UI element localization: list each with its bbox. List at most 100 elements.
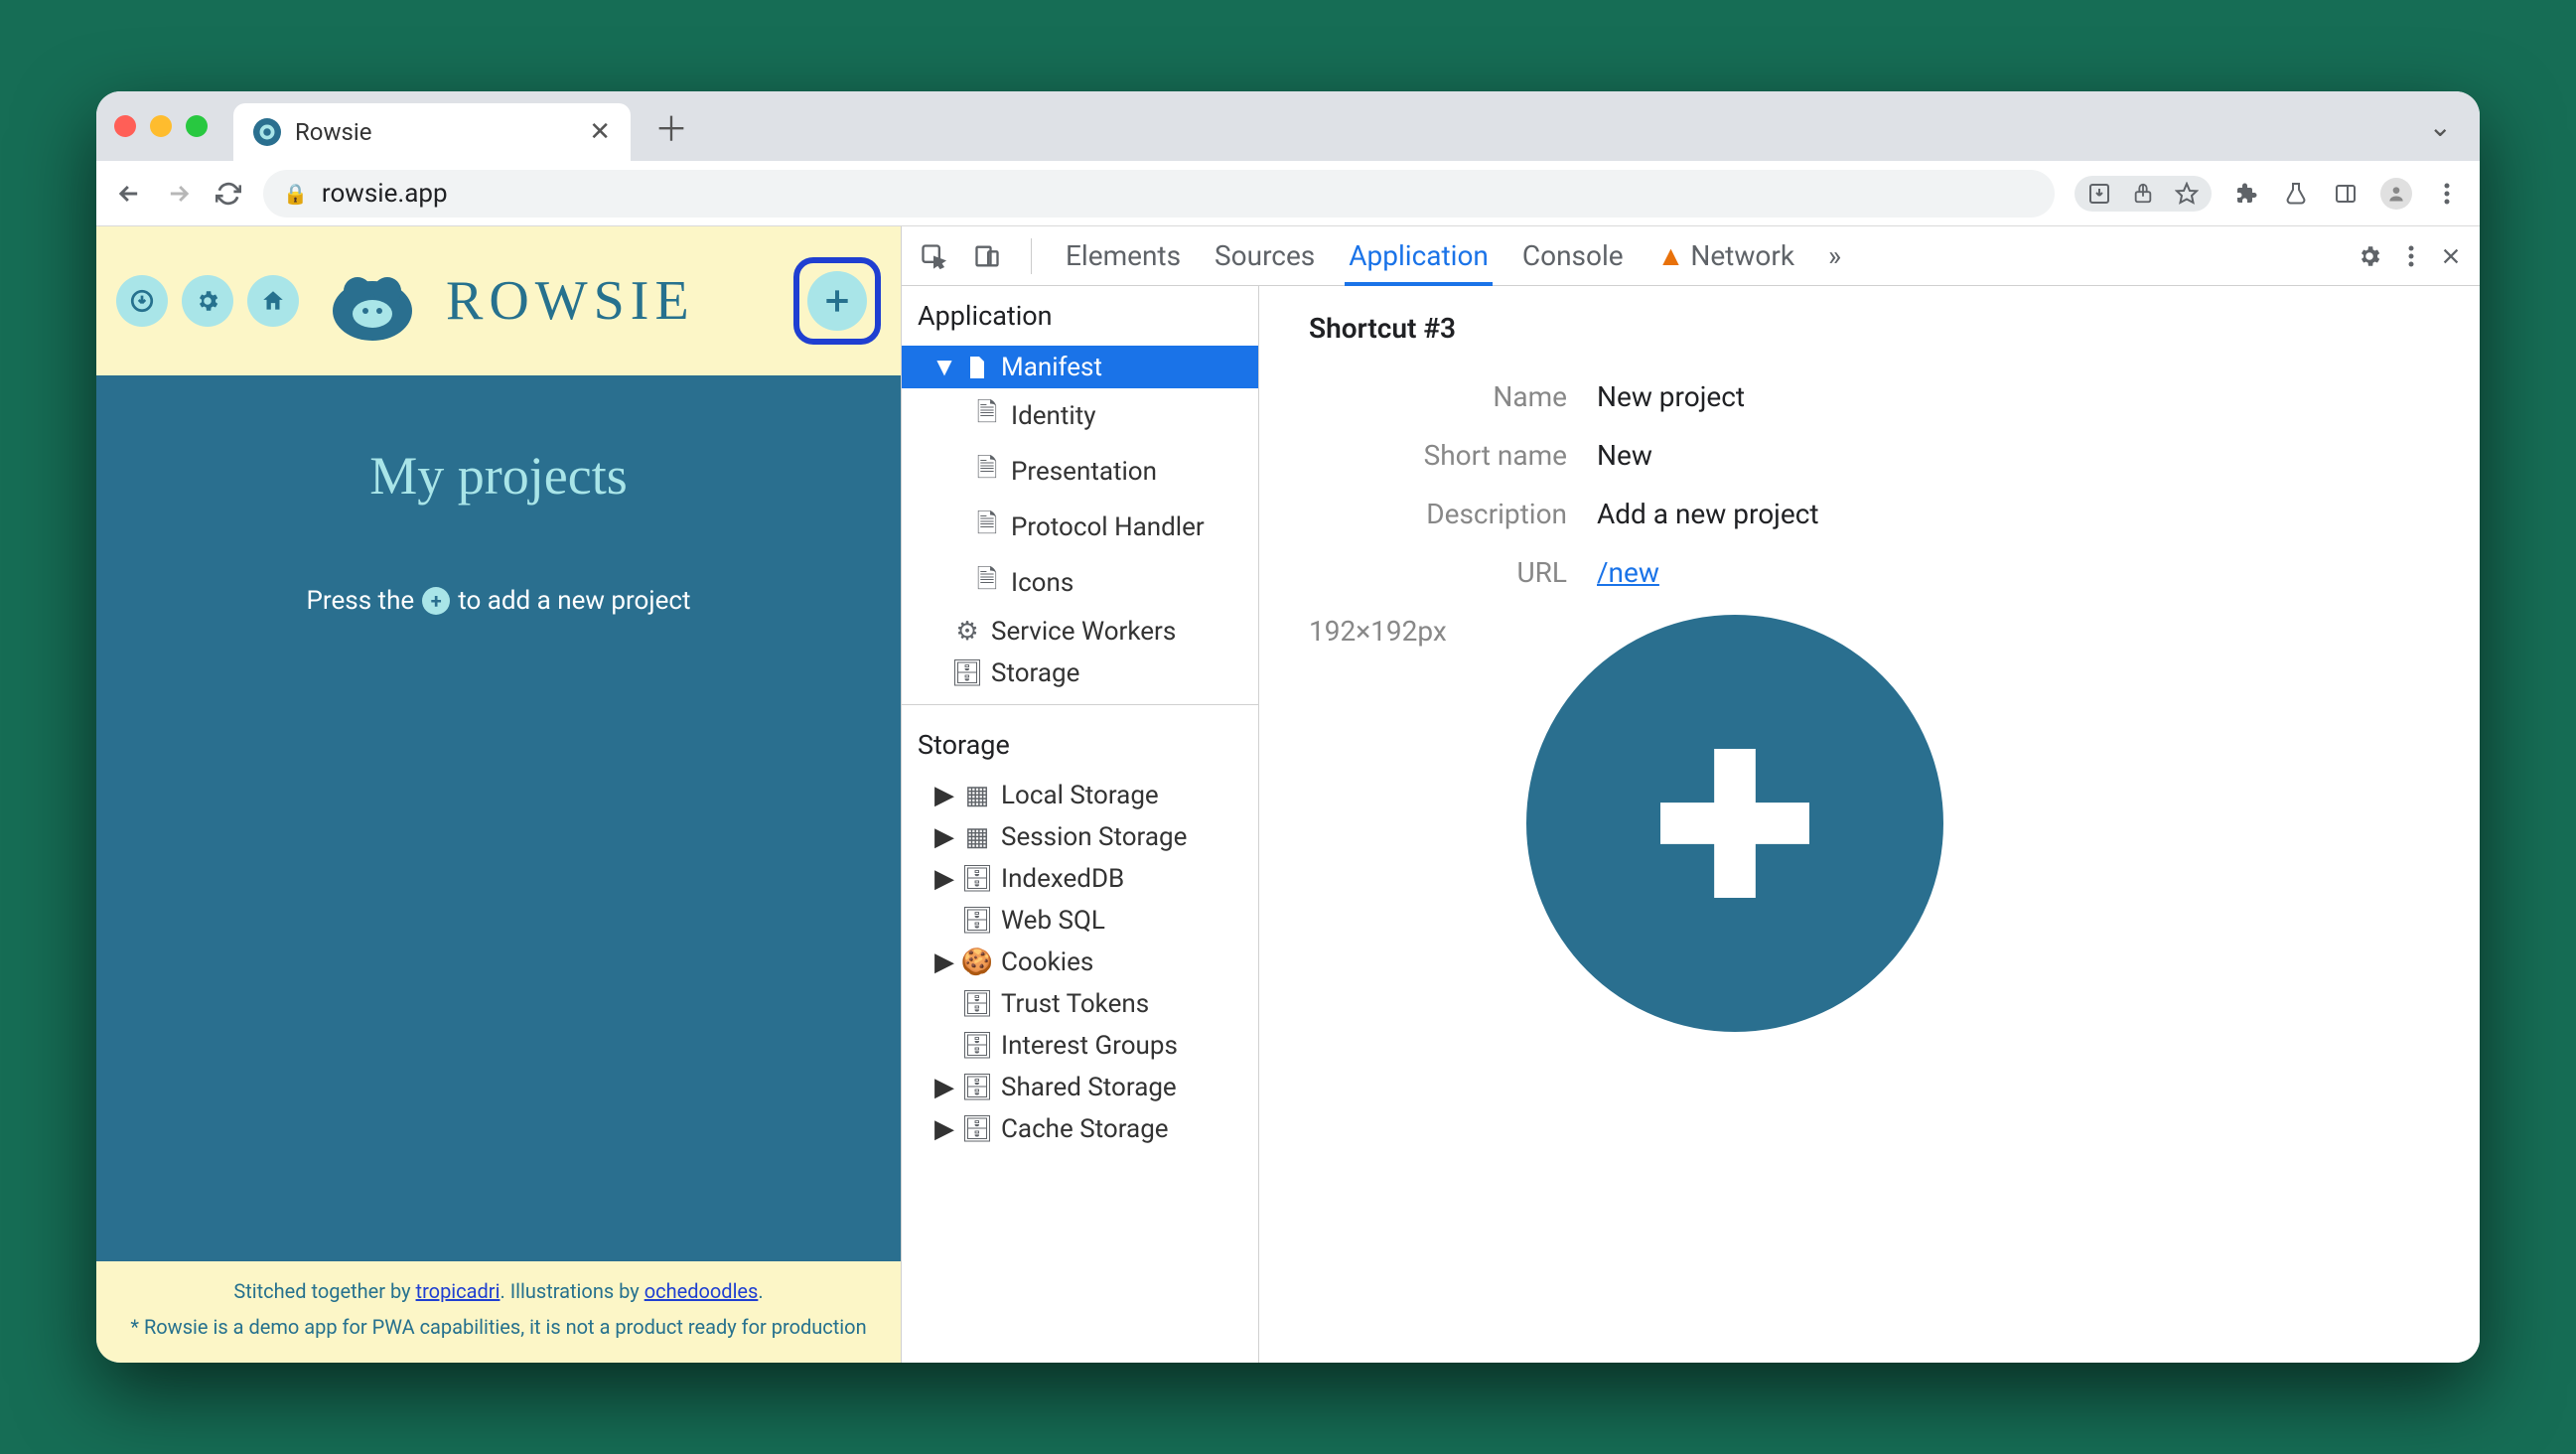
icon-dimensions: 192×192px bbox=[1309, 615, 1447, 648]
value-description: Add a new project bbox=[1597, 498, 1819, 530]
chevron-right-icon: ▶ bbox=[935, 1073, 953, 1102]
devtools-settings-button[interactable] bbox=[2357, 243, 2382, 269]
footer-link-tropicadri[interactable]: tropicadri bbox=[416, 1279, 501, 1303]
database-icon: 🗄 bbox=[965, 864, 989, 894]
new-tab-button[interactable]: ＋ bbox=[654, 102, 688, 151]
address-bar: 🔒 rowsie.app bbox=[96, 161, 2480, 226]
sidebar-item-icons[interactable]: 🗎Icons bbox=[902, 555, 1258, 611]
devtools-panel: Elements Sources Application Console ▲Ne… bbox=[901, 226, 2480, 1363]
window-minimize-button[interactable] bbox=[150, 115, 172, 137]
hint-text-prefix: Press the bbox=[307, 586, 415, 616]
tab-sources[interactable]: Sources bbox=[1211, 225, 1319, 286]
browser-tab[interactable]: Rowsie ✕ bbox=[233, 103, 631, 161]
sidebar-item-cookies[interactable]: ▶🍪Cookies bbox=[902, 942, 1258, 983]
sidebar-item-websql[interactable]: 🗄Web SQL bbox=[902, 900, 1258, 942]
database-icon: 🗄 bbox=[965, 1073, 989, 1102]
tab-overflow[interactable]: » bbox=[1824, 225, 1845, 286]
label-url: URL bbox=[1309, 556, 1567, 589]
rowsie-add-highlight bbox=[793, 257, 881, 345]
chevron-down-icon: ▼ bbox=[935, 352, 953, 382]
sidebar-item-protocol-handler[interactable]: 🗎Protocol Handler bbox=[902, 500, 1258, 555]
rowsie-add-button[interactable] bbox=[807, 271, 867, 331]
detail-title: Shortcut #3 bbox=[1309, 312, 2430, 345]
sidebar-item-session-storage[interactable]: ▶▦Session Storage bbox=[902, 816, 1258, 858]
tab-console[interactable]: Console bbox=[1518, 225, 1628, 286]
empty-state-hint: Press the + to add a new project bbox=[307, 586, 691, 616]
sidepanel-icon[interactable] bbox=[2331, 182, 2361, 206]
sidebar-item-trust-tokens[interactable]: 🗄Trust Tokens bbox=[902, 983, 1258, 1025]
share-icon[interactable] bbox=[2128, 183, 2158, 205]
footer-link-ochedoodles[interactable]: ochedoodles bbox=[644, 1279, 759, 1303]
sidebar-item-shared-storage[interactable]: ▶🗄Shared Storage bbox=[902, 1067, 1258, 1108]
label-name: Name bbox=[1309, 380, 1567, 413]
sidebar-item-storage[interactable]: 🗄Storage bbox=[902, 653, 1258, 694]
hint-text-suffix: to add a new project bbox=[458, 586, 690, 616]
document-icon: 🗎 bbox=[975, 450, 999, 494]
window-fullscreen-button[interactable] bbox=[186, 115, 208, 137]
manifest-detail-pane: Shortcut #3 Name New project Short name Ne… bbox=[1259, 286, 2480, 1363]
application-sidebar: Application ▼ Manifest 🗎Identity 🗎Presen… bbox=[902, 286, 1259, 1363]
device-toggle-button[interactable] bbox=[973, 242, 1001, 270]
sidebar-item-interest-groups[interactable]: 🗄Interest Groups bbox=[902, 1025, 1258, 1067]
sidebar-item-service-workers[interactable]: ⚙Service Workers bbox=[902, 611, 1258, 653]
page-title: My projects bbox=[369, 445, 627, 507]
value-url-link[interactable]: /new bbox=[1597, 556, 1659, 589]
tab-elements[interactable]: Elements bbox=[1062, 225, 1185, 286]
tab-title: Rowsie bbox=[295, 118, 575, 146]
inspect-element-button[interactable] bbox=[920, 242, 947, 270]
cookie-icon: 🍪 bbox=[965, 947, 989, 977]
database-icon: 🗄 bbox=[955, 658, 979, 688]
rowsie-home-button[interactable] bbox=[247, 275, 299, 327]
sidebar-item-indexeddb[interactable]: ▶🗄IndexedDB bbox=[902, 858, 1258, 900]
document-icon: 🗎 bbox=[975, 561, 999, 605]
extensions-icon[interactable] bbox=[2231, 182, 2261, 206]
tab-close-button[interactable]: ✕ bbox=[589, 117, 611, 147]
document-icon: 🗎 bbox=[975, 394, 999, 438]
warning-icon: ▲ bbox=[1657, 239, 1685, 272]
icon-preview-row: 192×192px bbox=[1309, 615, 2430, 1032]
gear-icon: ⚙ bbox=[955, 617, 979, 647]
chevron-right-icon: ▶ bbox=[935, 864, 953, 894]
tab-overflow-button[interactable]: ⌄ bbox=[2429, 110, 2462, 143]
chevron-right-icon: ▶ bbox=[935, 781, 953, 810]
database-icon: 🗄 bbox=[965, 1031, 989, 1061]
reload-button[interactable] bbox=[214, 181, 243, 207]
rowsie-app: ROWSIE My projects Press the + to add a … bbox=[96, 226, 901, 1363]
devtools-close-button[interactable] bbox=[2440, 245, 2462, 267]
sidebar-item-identity[interactable]: 🗎Identity bbox=[902, 388, 1258, 444]
browser-window: Rowsie ✕ ＋ ⌄ 🔒 rowsie.app bbox=[96, 91, 2480, 1363]
window-close-button[interactable] bbox=[114, 115, 136, 137]
rowsie-logo-icon bbox=[313, 251, 432, 351]
lock-icon: 🔒 bbox=[283, 182, 308, 206]
divider bbox=[902, 704, 1258, 705]
field-name: Name New project bbox=[1309, 380, 2430, 413]
document-icon bbox=[965, 357, 989, 378]
install-star-group bbox=[2075, 176, 2212, 212]
forward-button[interactable] bbox=[164, 180, 194, 208]
devtools-body: Application ▼ Manifest 🗎Identity 🗎Presen… bbox=[902, 286, 2480, 1363]
tab-network[interactable]: ▲Network bbox=[1653, 225, 1798, 286]
sidebar-item-cache-storage[interactable]: ▶🗄Cache Storage bbox=[902, 1108, 1258, 1150]
database-icon: 🗄 bbox=[965, 989, 989, 1019]
label-short-name: Short name bbox=[1309, 439, 1567, 472]
value-name: New project bbox=[1597, 380, 1745, 413]
sidebar-heading-application: Application bbox=[902, 286, 1258, 346]
rowsie-settings-button[interactable] bbox=[182, 275, 233, 327]
devtools-menu-button[interactable] bbox=[2408, 244, 2414, 268]
profile-avatar[interactable] bbox=[2380, 178, 2412, 210]
omnibox[interactable]: 🔒 rowsie.app bbox=[263, 170, 2055, 218]
rowsie-download-button[interactable] bbox=[116, 275, 168, 327]
field-short-name: Short name New bbox=[1309, 439, 2430, 472]
sidebar-item-local-storage[interactable]: ▶▦Local Storage bbox=[902, 775, 1258, 816]
sidebar-item-presentation[interactable]: 🗎Presentation bbox=[902, 444, 1258, 500]
browser-menu-button[interactable] bbox=[2432, 182, 2462, 206]
grid-icon: ▦ bbox=[965, 781, 989, 810]
install-icon[interactable] bbox=[2084, 182, 2114, 206]
value-short-name: New bbox=[1597, 439, 1652, 472]
labs-icon[interactable] bbox=[2281, 182, 2311, 206]
tab-application[interactable]: Application bbox=[1345, 225, 1493, 286]
back-button[interactable] bbox=[114, 180, 144, 208]
traffic-lights bbox=[114, 115, 208, 137]
bookmark-star-icon[interactable] bbox=[2172, 182, 2202, 206]
sidebar-item-manifest[interactable]: ▼ Manifest bbox=[902, 346, 1258, 388]
